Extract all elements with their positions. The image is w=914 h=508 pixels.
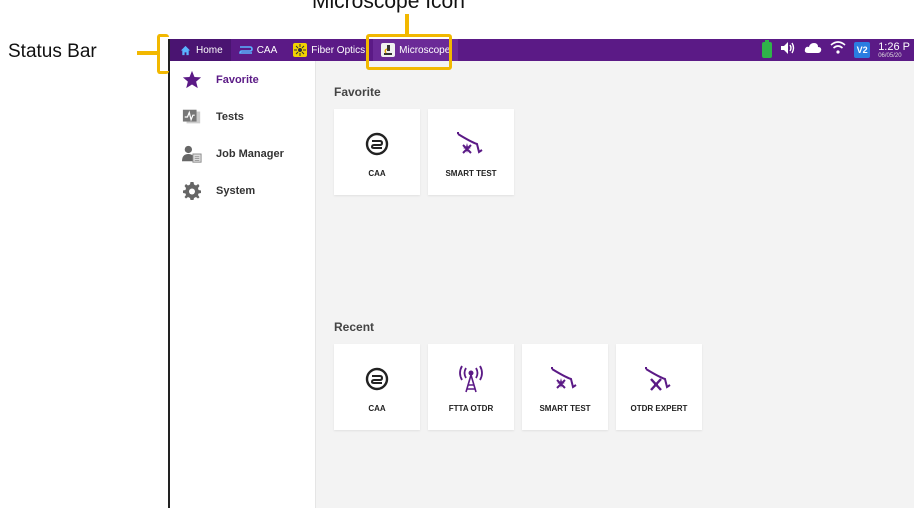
tile-label: OTDR EXPERT	[630, 404, 688, 413]
tile-label: CAA	[368, 404, 386, 413]
recent-section-title: Recent	[334, 320, 375, 334]
v2-badge[interactable]: V2	[854, 42, 871, 58]
tile-label: CAA	[368, 169, 386, 178]
callout-line	[137, 51, 157, 55]
cloud-icon[interactable]	[804, 41, 822, 59]
recent-tile-smart-test[interactable]: SMART TEST	[522, 344, 608, 430]
recent-tile-ftta-otdr[interactable]: FTTA OTDR	[428, 344, 514, 430]
status-bar-callout: Status Bar	[8, 41, 97, 62]
recent-tile-otdr-expert[interactable]: OTDR EXPERT	[616, 344, 702, 430]
favorite-section-title: Favorite	[334, 85, 381, 99]
tile-label: FTTA OTDR	[448, 404, 494, 413]
otdr-expert-icon	[643, 364, 675, 394]
clock-date: 06/05/20	[878, 52, 902, 59]
sidebar-item-label: System	[216, 184, 256, 197]
tab-fiber-optics-label: Fiber Optics	[311, 44, 366, 56]
gear-icon	[182, 181, 202, 201]
microscope-highlight	[366, 34, 452, 70]
clock: 1:26 P 06/05/20	[878, 40, 910, 59]
recent-tile-caa[interactable]: CAA	[334, 344, 420, 430]
tab-home-label: Home	[196, 44, 223, 56]
caa-icon	[361, 129, 393, 159]
caa-icon	[361, 364, 393, 394]
status-icons: V2 1:26 P 06/05/20	[762, 39, 914, 61]
smart-test-icon	[455, 129, 487, 159]
sidebar: Favorite Tests Job Manager System	[170, 61, 316, 508]
caa-icon	[238, 43, 253, 57]
tab-home[interactable]: Home	[170, 39, 231, 61]
sidebar-item-tests[interactable]: Tests	[170, 98, 315, 135]
status-bar-highlight	[157, 34, 169, 74]
job-manager-icon	[182, 144, 202, 164]
status-bar: Home CAA Fiber Optics Microscope V2 1:26…	[170, 39, 914, 61]
microscope-icon-callout: Microscope Icon	[312, 0, 465, 13]
antenna-icon	[455, 364, 487, 394]
fiber-optics-icon	[293, 43, 308, 57]
tile-label: SMART TEST	[539, 404, 591, 413]
sidebar-item-system[interactable]: System	[170, 172, 315, 209]
sidebar-item-label: Job Manager	[216, 147, 284, 160]
sidebar-item-job-manager[interactable]: Job Manager	[170, 135, 315, 172]
volume-icon[interactable]	[780, 41, 796, 60]
sidebar-item-favorite[interactable]: Favorite	[170, 61, 315, 98]
tab-caa-label: CAA	[256, 44, 278, 56]
home-icon	[178, 43, 192, 57]
favorite-tile-smart-test[interactable]: SMART TEST	[428, 109, 514, 195]
tab-fiber-optics[interactable]: Fiber Optics	[285, 39, 373, 61]
sidebar-item-label: Tests	[216, 110, 244, 123]
clock-time: 1:26 P	[878, 40, 910, 53]
wifi-icon[interactable]	[830, 41, 846, 59]
smart-test-icon	[549, 364, 581, 394]
favorite-tile-caa[interactable]: CAA	[334, 109, 420, 195]
sidebar-item-label: Favorite	[216, 73, 259, 86]
tile-label: SMART TEST	[445, 169, 497, 178]
tab-caa[interactable]: CAA	[231, 39, 286, 61]
star-icon	[182, 70, 202, 90]
battery-icon	[762, 40, 773, 58]
callout-stem	[405, 14, 409, 34]
tests-icon	[182, 107, 202, 127]
app-window: Home CAA Fiber Optics Microscope V2 1:26…	[168, 39, 914, 508]
